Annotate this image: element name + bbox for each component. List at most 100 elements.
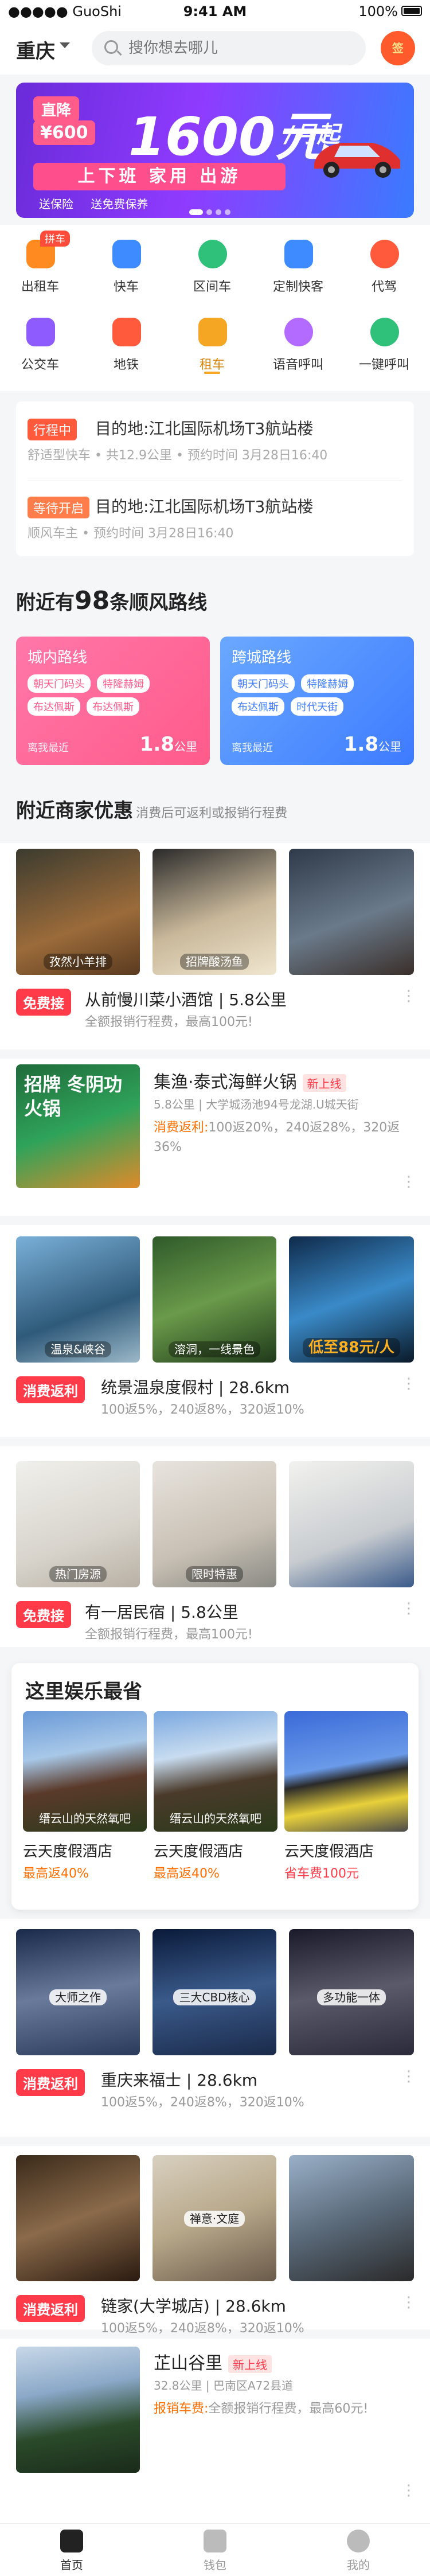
entertainment-item[interactable]: 云天度假酒店 省车费100元 xyxy=(284,1711,408,1882)
promo-banner[interactable]: 直降 ¥600 1600元 /月起 上下班 家用 出游 送保险 送免费保养 xyxy=(16,83,414,218)
merchant-card[interactable]: 大师之作 三大CBD核心 多功能一体 消费返利 重庆来福士 | 28.6km 1… xyxy=(0,1919,430,2137)
more-icon[interactable]: ⋮ xyxy=(401,2068,416,2085)
trip-meta: 舒适型快车 • 共12.9公里 • 预约时间 3月28日16:40 xyxy=(28,448,328,463)
merchant-desc: 100返5%，240返8%，320返10% xyxy=(101,2321,304,2336)
route-chip: 时代天街 xyxy=(291,697,344,716)
trip-item[interactable]: 行程中 目的地:江北国际机场T3航站楼 舒适型快车 • 共12.9公里 • 预约… xyxy=(28,407,402,470)
merchant-desc: 100返5%，240返8%，320返10% xyxy=(101,1403,304,1417)
rental-car-icon xyxy=(198,318,227,346)
entertainment-item[interactable]: 缙云山的天然氧吧 云天度假酒店 最高返40% xyxy=(154,1711,277,1882)
selected-indicator xyxy=(204,372,220,374)
wallet-icon xyxy=(204,2530,226,2552)
merchant-card[interactable]: 孜然小羊排 招牌酸汤鱼 免费接 从前慢川菜小酒馆 | 5.8公里 全额报销行程费… xyxy=(0,843,430,1049)
merchant-photo xyxy=(16,2347,140,2473)
battery-percent: 100% xyxy=(358,3,398,19)
more-icon[interactable]: ⋮ xyxy=(401,2482,416,2499)
route-distance: 1.8公里 xyxy=(343,733,401,756)
bottom-tab-bar: 首页 钱包 我的 xyxy=(0,2523,430,2576)
red-packet-icon[interactable]: 签 xyxy=(381,31,415,65)
search-input[interactable] xyxy=(128,37,352,60)
merchant-desc: 全额报销行程费，最高100元! xyxy=(85,1015,253,1029)
merchant-card[interactable]: 招牌 冬阴功火锅 集渔·泰式海鲜火锅 新上线 5.8公里 | 大学城汤池94号龙湖… xyxy=(0,1059,430,1216)
city-selector[interactable]: 重庆 xyxy=(16,36,55,64)
service-label: 定制快客 xyxy=(272,280,323,294)
route-chips: 朝天门码头 特隆赫姆 布达佩斯 布达佩斯 xyxy=(28,674,205,720)
trip-destination: 目的地:江北国际机场T3航站楼 xyxy=(95,419,314,438)
merchants-subtitle: 消费后可返利或报销行程费 xyxy=(136,806,288,821)
service-label: 语音呼叫 xyxy=(272,358,323,372)
route-chip: 朝天门码头 xyxy=(28,674,91,693)
service-label: 代驾 xyxy=(371,280,397,294)
service-label: 区间车 xyxy=(193,280,231,294)
service-one-tap[interactable]: 一键呼叫 xyxy=(344,309,424,383)
trip-item[interactable]: 等待开启 目的地:江北国际机场T3航站楼 顺风车主 • 预约时间 3月28日16… xyxy=(28,485,402,548)
service-driver[interactable]: 代驾 xyxy=(344,231,424,305)
service-custom-bus[interactable]: 定制快客 xyxy=(258,231,338,305)
entertainment-card: 这里娱乐最省 缙云山的天然氧吧 云天度假酒店 最高返40% 缙云山的天然氧吧 云… xyxy=(11,1663,419,1910)
merchant-poster: 招牌 冬阴功火锅 xyxy=(16,1064,140,1188)
user-icon xyxy=(347,2530,370,2552)
merchant-desc: 全额报销行程费，最高100元! xyxy=(85,1627,253,1642)
service-interval[interactable]: 区间车 xyxy=(172,231,252,305)
merchant-photo: 多功能一体 xyxy=(289,1929,414,2055)
metro-icon xyxy=(112,318,141,346)
perk: 送免费保养 xyxy=(91,197,148,211)
service-express[interactable]: 快车 xyxy=(86,231,166,305)
route-chip: 朝天门码头 xyxy=(232,674,295,693)
more-icon[interactable]: ⋮ xyxy=(401,1375,416,1392)
merchant-photo xyxy=(16,2155,140,2281)
top-header: 重庆 签 xyxy=(0,23,430,75)
service-taxi[interactable]: 拼车 出租车 xyxy=(0,231,80,305)
trip-status: 行程中 xyxy=(28,419,77,440)
entertainment-photo: 缙云山的天然氧吧 xyxy=(154,1711,277,1832)
tab-wallet[interactable]: 钱包 xyxy=(143,2530,287,2573)
merchant-photo: 温泉&峡谷 xyxy=(16,1236,140,1363)
merchant-card[interactable]: 热门房源 限时特惠 免费接 有一居民宿 | 5.8公里 全额报销行程费，最高10… xyxy=(0,1446,430,1647)
search-bar[interactable] xyxy=(92,31,366,65)
merchant-address: 5.8公里 | 大学城汤池94号龙湖.U城天街 xyxy=(154,1098,359,1111)
route-distance: 1.8公里 xyxy=(139,733,197,756)
service-tag: 拼车 xyxy=(40,231,70,247)
merchant-card[interactable]: 芷山谷里 新上线 32.8公里 | 巴南区A72县道 报销车费:全额报销行程费，最… xyxy=(0,2339,430,2523)
service-rental[interactable]: 租车 xyxy=(172,309,252,383)
merchant-photo: 热门房源 xyxy=(16,1461,140,1587)
more-icon[interactable]: ⋮ xyxy=(401,2294,416,2311)
entertainment-name: 云天度假酒店 xyxy=(284,1843,374,1860)
merchant-name: 链家(大学城店) | 28.6km xyxy=(101,2297,286,2316)
merchant-card[interactable]: 温泉&峡谷 溶洞，一线景色 低至88元/人 消费返利 统景温泉度假村 | 28.… xyxy=(0,1225,430,1437)
merchant-photo: 禅意·文庭 xyxy=(153,2155,276,2281)
merchant-photo: 三大CBD核心 xyxy=(153,1929,276,2055)
tab-home[interactable]: 首页 xyxy=(0,2530,143,2573)
trip-list: 行程中 目的地:江北国际机场T3航站楼 舒适型快车 • 共12.9公里 • 预约… xyxy=(16,401,414,556)
more-icon[interactable]: ⋮ xyxy=(401,988,416,1005)
entertainment-price: 最高返40% xyxy=(23,1867,89,1881)
banner-pager xyxy=(189,206,234,217)
trip-destination: 目的地:江北国际机场T3航站楼 xyxy=(95,497,314,516)
route-chip: 布达佩斯 xyxy=(28,697,80,716)
more-icon[interactable]: ⋮ xyxy=(401,1173,416,1191)
route-card-intercity[interactable]: 跨城路线 朝天门码头 特隆赫姆 布达佩斯 时代天街 离我最近 1.8公里 xyxy=(220,637,414,765)
routes-title: 附近有98条顺风路线 xyxy=(16,586,208,615)
service-metro[interactable]: 地铁 xyxy=(86,309,166,383)
service-label: 一键呼叫 xyxy=(358,358,409,372)
merchant-name: 有一居民宿 | 5.8公里 xyxy=(85,1603,239,1622)
merchant-card[interactable]: 禅意·文庭 消费返利 链家(大学城店) | 28.6km 100返5%，240返… xyxy=(0,2146,430,2336)
rebate-badge: 消费返利 xyxy=(16,2069,85,2096)
entertainment-price: 省车费100元 xyxy=(284,1867,359,1881)
route-card-city[interactable]: 城内路线 朝天门码头 特隆赫姆 布达佩斯 布达佩斯 离我最近 1.8公里 xyxy=(16,637,210,765)
entertainment-name: 云天度假酒店 xyxy=(154,1843,244,1860)
entertainment-item[interactable]: 缙云山的天然氧吧 云天度假酒店 最高返40% xyxy=(23,1711,147,1882)
merchant-photo xyxy=(289,1461,414,1587)
tab-profile[interactable]: 我的 xyxy=(287,2530,430,2573)
merchant-desc: 100返5%，240返8%，320返10% xyxy=(101,2095,304,2110)
rebate-badge: 消费返利 xyxy=(16,1376,85,1403)
service-bus[interactable]: 公交车 xyxy=(0,309,80,383)
entertainment-price: 最高返40% xyxy=(154,1867,220,1881)
new-badge: 新上线 xyxy=(228,2355,272,2373)
chevron-down-icon[interactable] xyxy=(60,42,70,48)
rebate-badge: 消费返利 xyxy=(16,2295,85,2322)
banner-slogan: 上下班 家用 出游 xyxy=(33,163,286,190)
merchant-photo xyxy=(289,849,414,975)
service-voice[interactable]: 语音呼叫 xyxy=(258,309,338,383)
more-icon[interactable]: ⋮ xyxy=(401,1600,416,1617)
